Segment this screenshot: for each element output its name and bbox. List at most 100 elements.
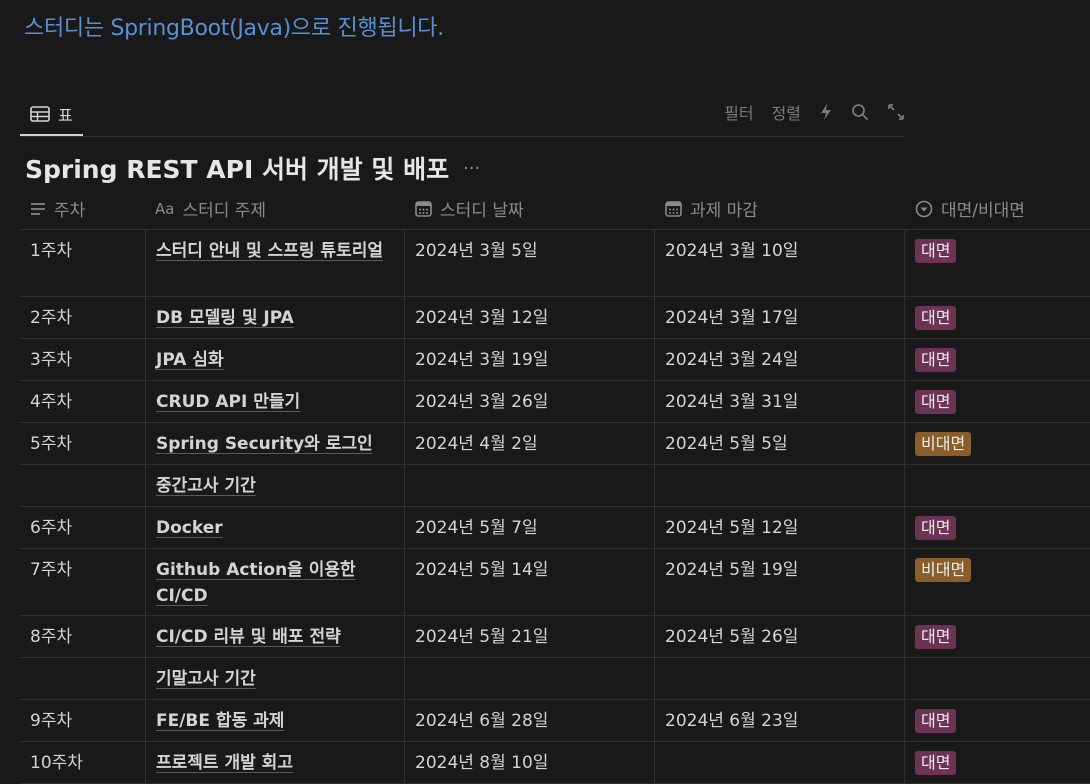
filter-button[interactable]: 필터 xyxy=(724,100,753,124)
mode-cell[interactable] xyxy=(905,465,1090,506)
table-row[interactable]: 1주차 스터디 안내 및 스프링 튜토리얼 2024년 3월 5일 2024년 3월 … xyxy=(20,230,1090,297)
date-cell[interactable]: 2024년 6월 28일 xyxy=(405,700,655,741)
date-cell[interactable]: 2024년 3월 19일 xyxy=(405,339,655,380)
table-row[interactable]: 중간고사 기간 xyxy=(20,465,1090,507)
column-header-mode[interactable]: 대면/비대면 xyxy=(905,188,1090,229)
table-row[interactable]: 4주차 CRUD API 만들기 2024년 3월 26일 2024년 3월 31일 대… xyxy=(20,381,1090,423)
week-cell[interactable]: 9주차 xyxy=(20,700,145,741)
week-cell[interactable]: 2주차 xyxy=(20,297,145,338)
due-cell[interactable]: 2024년 3월 31일 xyxy=(655,381,905,422)
mode-cell[interactable]: 대면 xyxy=(905,742,1090,783)
topic-link[interactable]: Docker xyxy=(156,518,223,538)
mode-cell[interactable]: 비대면 xyxy=(905,549,1090,615)
mode-cell[interactable] xyxy=(905,658,1090,699)
mode-cell[interactable]: 대면 xyxy=(905,230,1090,296)
search-button[interactable] xyxy=(851,103,869,121)
mode-cell[interactable]: 대면 xyxy=(905,507,1090,548)
topic-cell[interactable]: FE/BE 합동 과제 xyxy=(145,700,405,741)
topic-cell[interactable]: DB 모델링 및 JPA xyxy=(145,297,405,338)
topic-cell[interactable]: 기말고사 기간 xyxy=(145,658,405,699)
table-row[interactable]: 6주차 Docker 2024년 5월 7일 2024년 5월 12일 대면 xyxy=(20,507,1090,549)
due-cell[interactable]: 2024년 5월 12일 xyxy=(655,507,905,548)
topic-link[interactable]: Github Action을 이용한 CI/CD xyxy=(156,560,356,606)
table-row[interactable]: 기말고사 기간 xyxy=(20,658,1090,700)
topic-cell[interactable]: Github Action을 이용한 CI/CD xyxy=(145,549,405,615)
column-header-topic[interactable]: Aa 스터디 주제 xyxy=(145,188,405,229)
due-cell[interactable]: 2024년 5월 19일 xyxy=(655,549,905,615)
database-title[interactable]: Spring REST API 서버 개발 및 배포 xyxy=(25,150,449,186)
date-cell[interactable]: 2024년 3월 5일 xyxy=(405,230,655,296)
due-cell[interactable]: 2024년 3월 17일 xyxy=(655,297,905,338)
week-cell[interactable] xyxy=(20,658,145,699)
date-cell[interactable]: 2024년 3월 26일 xyxy=(405,381,655,422)
expand-button[interactable] xyxy=(887,103,905,121)
table-row[interactable]: 3주차 JPA 심화 2024년 3월 19일 2024년 3월 24일 대면 xyxy=(20,339,1090,381)
table-row[interactable]: 10주차 프로젝트 개발 회고 2024년 8월 10일 대면 xyxy=(20,742,1090,784)
due-cell[interactable] xyxy=(655,742,905,783)
date-cell[interactable]: 2024년 5월 14일 xyxy=(405,549,655,615)
topic-link[interactable]: DB 모델링 및 JPA xyxy=(156,308,294,328)
topic-link[interactable]: JPA 심화 xyxy=(156,350,224,370)
mode-cell[interactable]: 대면 xyxy=(905,297,1090,338)
column-header-due[interactable]: 과제 마감 xyxy=(655,188,905,229)
topic-cell[interactable]: CRUD API 만들기 xyxy=(145,381,405,422)
table-row[interactable]: 8주차 CI/CD 리뷰 및 배포 전략 2024년 5월 21일 2024년 5월 … xyxy=(20,616,1090,658)
due-cell[interactable] xyxy=(655,658,905,699)
due-cell[interactable] xyxy=(655,465,905,506)
sort-button[interactable]: 정렬 xyxy=(772,100,801,124)
topic-cell[interactable]: CI/CD 리뷰 및 배포 전략 xyxy=(145,616,405,657)
date-cell[interactable]: 2024년 8월 10일 xyxy=(405,742,655,783)
date-cell[interactable]: 2024년 5월 7일 xyxy=(405,507,655,548)
table-row[interactable]: 9주차 FE/BE 합동 과제 2024년 6월 28일 2024년 6월 23일 대면 xyxy=(20,700,1090,742)
date-cell[interactable]: 2024년 5월 21일 xyxy=(405,616,655,657)
mode-cell[interactable]: 대면 xyxy=(905,381,1090,422)
topic-link[interactable]: FE/BE 합동 과제 xyxy=(156,711,284,731)
text-lines-icon xyxy=(31,202,45,215)
column-header-week[interactable]: 주차 xyxy=(20,188,145,229)
tab-table-view[interactable]: 표 xyxy=(20,94,83,136)
automation-button[interactable] xyxy=(819,103,833,121)
week-cell[interactable]: 5주차 xyxy=(20,423,145,464)
topic-cell[interactable]: Docker xyxy=(145,507,405,548)
mode-cell[interactable]: 대면 xyxy=(905,616,1090,657)
week-cell[interactable]: 6주차 xyxy=(20,507,145,548)
week-cell[interactable]: 8주차 xyxy=(20,616,145,657)
more-options-icon[interactable]: ··· xyxy=(463,158,480,179)
topic-link[interactable]: CI/CD 리뷰 및 배포 전략 xyxy=(156,627,341,647)
topic-link[interactable]: 스터디 안내 및 스프링 튜토리얼 xyxy=(156,241,383,261)
date-cell[interactable] xyxy=(405,465,655,506)
topic-cell[interactable]: 중간고사 기간 xyxy=(145,465,405,506)
topic-cell[interactable]: JPA 심화 xyxy=(145,339,405,380)
topic-cell[interactable]: Spring Security와 로그인 xyxy=(145,423,405,464)
topic-cell[interactable]: 스터디 안내 및 스프링 튜토리얼 xyxy=(145,230,405,296)
date-cell[interactable] xyxy=(405,658,655,699)
due-cell[interactable]: 2024년 6월 23일 xyxy=(655,700,905,741)
mode-cell[interactable]: 비대면 xyxy=(905,423,1090,464)
topic-cell[interactable]: 프로젝트 개발 회고 xyxy=(145,742,405,783)
due-cell[interactable]: 2024년 3월 10일 xyxy=(655,230,905,296)
table-row[interactable]: 2주차 DB 모델링 및 JPA 2024년 3월 12일 2024년 3월 17일 대… xyxy=(20,297,1090,339)
mode-cell[interactable]: 대면 xyxy=(905,700,1090,741)
topic-link[interactable]: Spring Security와 로그인 xyxy=(156,434,373,454)
week-cell[interactable]: 7주차 xyxy=(20,549,145,615)
topic-link[interactable]: 기말고사 기간 xyxy=(156,669,256,689)
table-body: 1주차 스터디 안내 및 스프링 튜토리얼 2024년 3월 5일 2024년 3월 … xyxy=(20,230,1090,784)
topic-link[interactable]: 중간고사 기간 xyxy=(156,476,256,496)
week-cell[interactable]: 10주차 xyxy=(20,742,145,783)
topic-link[interactable]: 프로젝트 개발 회고 xyxy=(156,753,293,773)
week-cell[interactable]: 3주차 xyxy=(20,339,145,380)
date-cell[interactable]: 2024년 3월 12일 xyxy=(405,297,655,338)
week-cell[interactable]: 4주차 xyxy=(20,381,145,422)
due-cell[interactable]: 2024년 5월 26일 xyxy=(655,616,905,657)
table-row[interactable]: 5주차 Spring Security와 로그인 2024년 4월 2일 2024년 … xyxy=(20,423,1090,465)
mode-cell[interactable]: 대면 xyxy=(905,339,1090,380)
table-row[interactable]: 7주차 Github Action을 이용한 CI/CD 2024년 5월 14일 2… xyxy=(20,549,1090,616)
column-header-date[interactable]: 스터디 날짜 xyxy=(405,188,655,229)
date-cell[interactable]: 2024년 4월 2일 xyxy=(405,423,655,464)
week-cell[interactable]: 1주차 xyxy=(20,230,145,296)
topic-link[interactable]: CRUD API 만들기 xyxy=(156,392,300,412)
due-cell[interactable]: 2024년 5월 5일 xyxy=(655,423,905,464)
column-label-due: 과제 마감 xyxy=(690,201,758,221)
week-cell[interactable] xyxy=(20,465,145,506)
due-cell[interactable]: 2024년 3월 24일 xyxy=(655,339,905,380)
